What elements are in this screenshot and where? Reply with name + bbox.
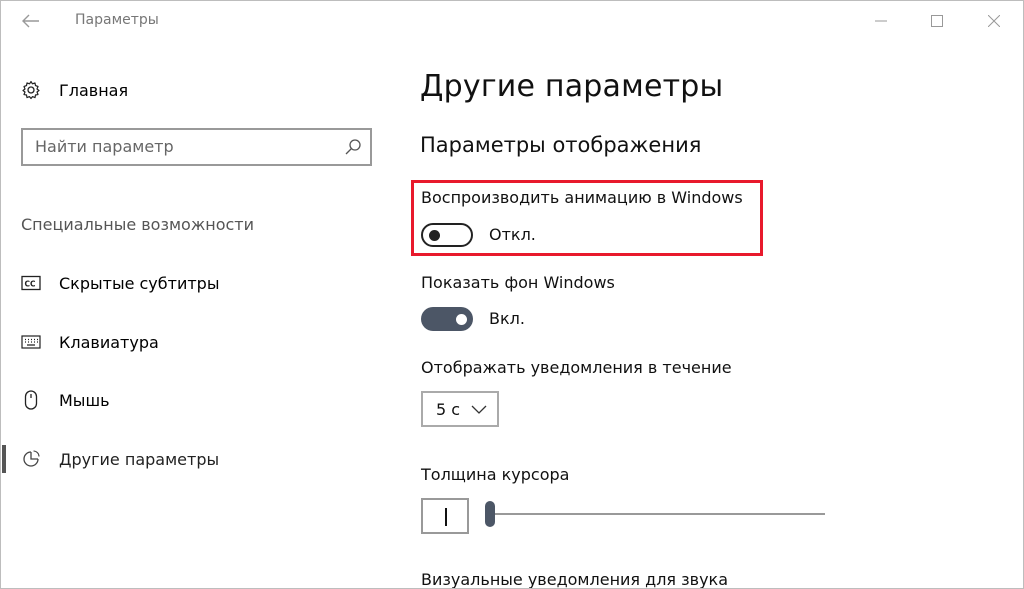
minimize-icon — [875, 20, 887, 22]
cursor-thickness-label: Толщина курсора — [421, 465, 570, 484]
scrollbar[interactable] — [1016, 43, 1022, 588]
notifications-label: Отображать уведомления в течение — [421, 358, 732, 377]
title-bar: Параметры — [1, 1, 1023, 41]
section-title: Параметры отображения — [420, 133, 702, 157]
chevron-down-icon — [471, 405, 487, 414]
gear-icon — [21, 80, 41, 100]
text-cursor-icon — [445, 508, 447, 526]
other-options-icon — [21, 449, 41, 469]
active-indicator — [2, 445, 6, 473]
sidebar-item-label: Скрытые субтитры — [59, 273, 220, 293]
sidebar-item-other[interactable]: Другие параметры — [21, 445, 219, 473]
cursor-thickness-slider[interactable] — [485, 513, 825, 515]
sidebar-item-keyboard[interactable]: Клавиатура — [21, 328, 159, 356]
settings-window: Параметры Главная Найти параметр Специал… — [0, 0, 1024, 589]
minimize-button[interactable] — [858, 7, 904, 35]
slider-thumb[interactable] — [485, 501, 495, 527]
nav-home[interactable]: Главная — [21, 77, 128, 103]
mouse-icon — [21, 390, 41, 410]
animation-toggle[interactable] — [421, 223, 473, 247]
section-label: Специальные возможности — [21, 215, 255, 234]
search-box[interactable] — [21, 128, 372, 166]
sidebar-item-label: Клавиатура — [59, 332, 159, 352]
svg-text:CC: CC — [25, 280, 37, 289]
animation-label: Воспроизводить анимацию в Windows — [421, 188, 743, 207]
sidebar-item-label: Другие параметры — [59, 449, 220, 469]
page-title: Другие параметры — [420, 69, 724, 104]
toggle-knob — [429, 230, 440, 241]
closed-captions-icon: CC — [21, 273, 41, 293]
sidebar-item-mouse[interactable]: Мышь — [21, 386, 110, 414]
animation-state: Откл. — [489, 225, 536, 244]
keyboard-icon — [21, 332, 41, 352]
maximize-button[interactable] — [914, 7, 960, 35]
background-label: Показать фон Windows — [421, 273, 615, 292]
maximize-icon — [931, 15, 943, 27]
search-input[interactable] — [35, 137, 335, 156]
toggle-knob — [456, 313, 467, 325]
window-title: Параметры — [75, 12, 159, 28]
close-button[interactable] — [971, 7, 1017, 35]
search-icon[interactable] — [344, 138, 362, 156]
back-arrow-icon — [22, 14, 39, 28]
sidebar-item-label: Мышь — [59, 390, 110, 410]
cursor-preview — [421, 498, 469, 534]
notifications-duration-value: 5 с — [436, 400, 461, 419]
nav-home-label: Главная — [59, 80, 129, 100]
background-toggle[interactable] — [421, 307, 473, 331]
notifications-duration-select[interactable]: 5 с — [421, 391, 499, 427]
back-button[interactable] — [11, 5, 51, 37]
background-state: Вкл. — [489, 309, 525, 328]
visual-notifications-label: Визуальные уведомления для звука — [421, 570, 729, 589]
close-icon — [988, 15, 1000, 27]
sidebar-item-captions[interactable]: CC Скрытые субтитры — [21, 269, 219, 297]
